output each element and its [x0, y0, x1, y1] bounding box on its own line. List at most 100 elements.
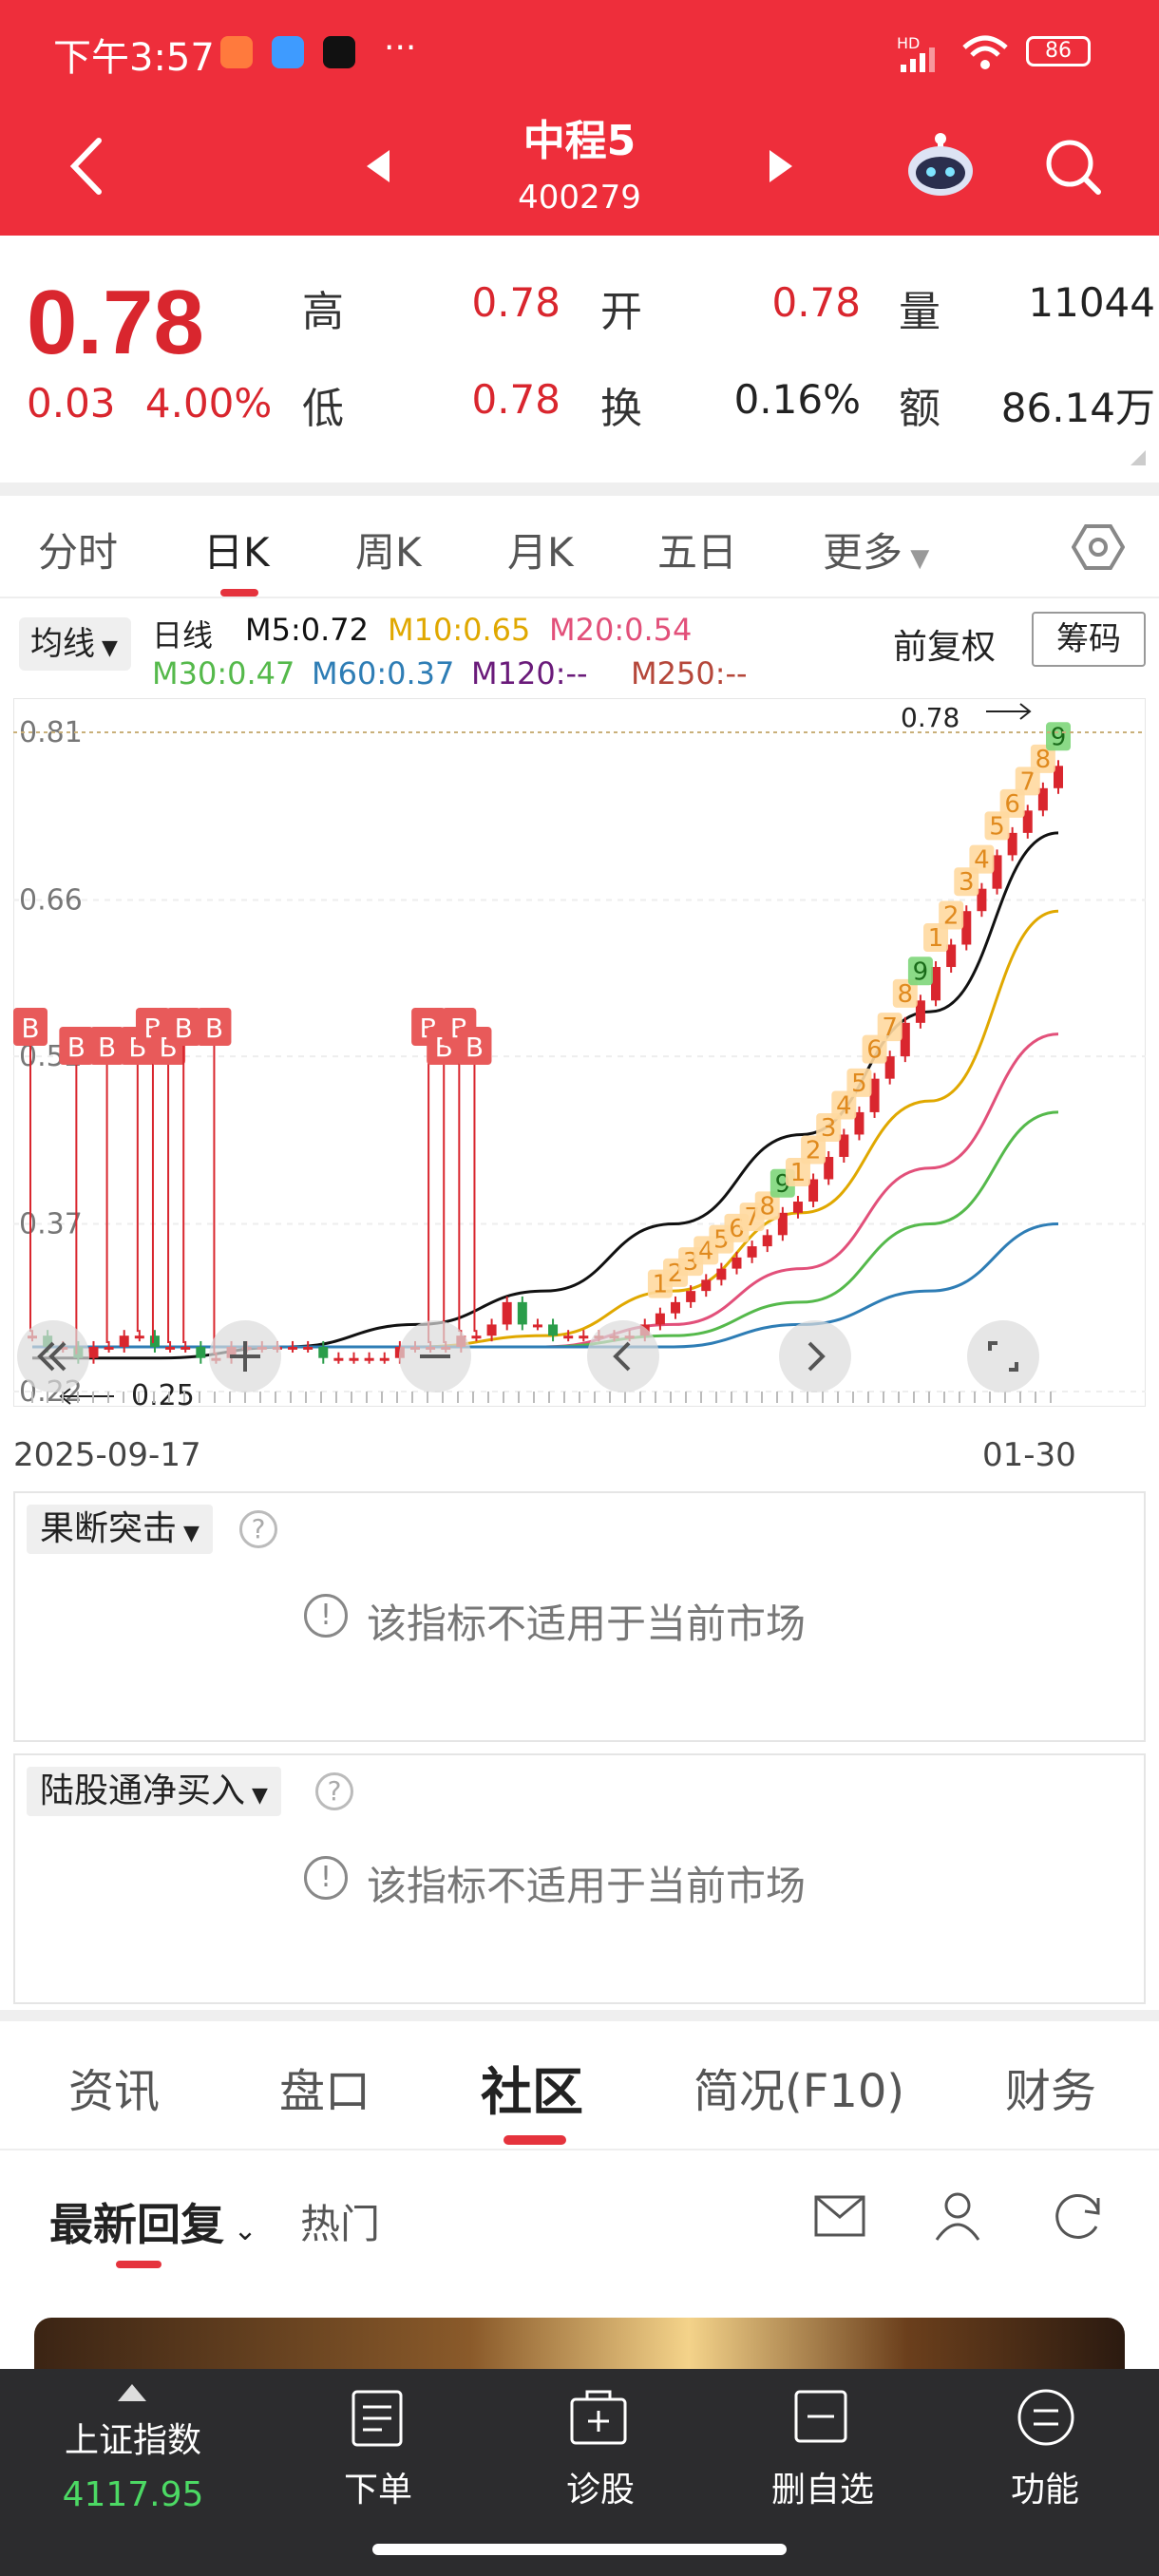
nav-diagnose[interactable]: 诊股	[515, 2462, 686, 2511]
chip-distribution-button[interactable]: 筹码	[1032, 612, 1146, 667]
y-tick-label: 0.66	[19, 883, 83, 917]
signal-icon	[901, 47, 935, 72]
tab-finance[interactable]: 财务	[1005, 2054, 1096, 2120]
turnover-value: 0.16%	[733, 376, 861, 423]
td-count-label: 7	[882, 1013, 898, 1042]
home-indicator	[372, 2544, 787, 2555]
td-count-label: 9	[1051, 723, 1067, 751]
high-marker-label: 0.78	[901, 702, 960, 733]
divider	[0, 2149, 1159, 2150]
next-stock-icon[interactable]	[768, 148, 794, 184]
tab-more[interactable]: 更多 ▼	[823, 521, 929, 578]
chevron-left-icon	[613, 1341, 631, 1372]
candle	[563, 1335, 574, 1339]
nav-functions[interactable]: 功能	[960, 2462, 1130, 2511]
scroll-right-button[interactable]	[779, 1320, 851, 1392]
nav-remove-watchlist[interactable]: 删自选	[737, 2462, 908, 2511]
tab-more-label: 更多	[823, 529, 903, 576]
change-percent: 4.00%	[144, 380, 273, 426]
candle	[88, 1346, 99, 1358]
menu-circle-icon[interactable]	[1016, 2388, 1075, 2447]
tab-five-day[interactable]: 五日	[657, 521, 737, 578]
mail-icon[interactable]	[813, 2194, 866, 2238]
volume-label: 量	[899, 288, 940, 336]
not-applicable-message: 该指标不适用于当前市场	[367, 1601, 807, 1647]
nav-order[interactable]: 下单	[293, 2462, 464, 2511]
active-tab-indicator	[220, 589, 258, 597]
high-label: 高	[302, 288, 344, 336]
candle	[303, 1346, 314, 1350]
active-tab-indicator	[504, 2135, 566, 2145]
not-applicable-message: 该指标不适用于当前市场	[367, 1863, 807, 1909]
ma-selector-label: 均线	[30, 625, 95, 663]
ma-selector-button[interactable]: 均线 ▼	[19, 617, 131, 671]
order-icon[interactable]	[350, 2388, 407, 2449]
candle	[349, 1357, 359, 1361]
open-label: 开	[600, 288, 642, 336]
indicator-title: 果断突击	[40, 1509, 178, 1548]
user-icon[interactable]	[931, 2188, 984, 2242]
refresh-icon[interactable]	[1051, 2188, 1106, 2244]
tab-monthly-k[interactable]: 月K	[507, 521, 574, 578]
app-notification-icon	[220, 36, 253, 68]
kline-chart[interactable]: 0.810.660.520.370.22 1234567891234567891…	[13, 698, 1146, 1407]
candle	[732, 1257, 742, 1269]
low-label: 低	[302, 385, 344, 433]
robot-assistant-icon[interactable]	[902, 129, 978, 205]
scroll-left-button[interactable]	[587, 1320, 659, 1392]
search-icon[interactable]	[1043, 137, 1104, 198]
buy-signal-label: B	[67, 1032, 86, 1063]
tab-profile-f10[interactable]: 简况(F10)	[694, 2054, 904, 2120]
hot-filter[interactable]: 热门	[300, 2192, 380, 2250]
help-icon[interactable]: ?	[239, 1510, 277, 1548]
low-value: 0.78	[471, 376, 560, 423]
index-name[interactable]: 上证指数	[48, 2413, 218, 2462]
tab-daily-k[interactable]: 日K	[203, 521, 270, 578]
remove-watchlist-icon[interactable]	[792, 2388, 849, 2445]
buy-signal-label: B	[21, 1013, 39, 1044]
sort-selector-label: 最新回复	[49, 2199, 224, 2250]
stock-name: 中程5	[522, 117, 636, 165]
fast-back-button[interactable]	[17, 1320, 89, 1392]
candle	[471, 1335, 482, 1339]
chevron-down-icon: ▼	[902, 544, 930, 573]
help-icon[interactable]: ?	[315, 1772, 353, 1810]
candle	[318, 1346, 329, 1358]
adjust-mode[interactable]: 前复权	[893, 619, 996, 669]
buy-signal-label: B	[98, 1032, 116, 1063]
zoom-out-button[interactable]	[399, 1320, 471, 1392]
candle	[364, 1357, 374, 1361]
candle	[716, 1268, 727, 1280]
indicator-selector[interactable]: 陆股通净买入 ▼	[27, 1767, 281, 1816]
settings-hex-icon[interactable]	[1072, 521, 1125, 574]
expand-corner-icon[interactable]	[1130, 450, 1146, 465]
chevron-down-icon: ▼	[95, 636, 118, 660]
legend-m20: M20:0.54	[549, 612, 693, 648]
candle	[762, 1235, 772, 1247]
section-divider	[0, 2010, 1159, 2021]
candle	[196, 1346, 206, 1358]
indicator-panel-1: 果断突击 ▼ ? ! 该指标不适用于当前市场	[13, 1491, 1146, 1742]
zoom-in-button[interactable]	[209, 1320, 281, 1392]
double-chevron-left-icon	[37, 1341, 66, 1372]
candle	[165, 1346, 176, 1350]
app-header: 下午3:57 ··· HD 86 中程5 400279	[0, 0, 1159, 236]
indicator-panel-2: 陆股通净买入 ▼ ? ! 该指标不适用于当前市场	[13, 1753, 1146, 2004]
tab-news[interactable]: 资讯	[68, 2054, 160, 2120]
fullscreen-button[interactable]	[967, 1320, 1039, 1392]
indicator-selector[interactable]: 果断突击 ▼	[27, 1505, 213, 1554]
promo-banner[interactable]	[34, 2318, 1125, 2375]
diagnose-icon[interactable]	[568, 2388, 629, 2449]
candle	[288, 1346, 298, 1350]
candle	[502, 1301, 512, 1325]
tab-weekly-k[interactable]: 周K	[355, 521, 422, 578]
price-change: 0.03 4.00%	[27, 380, 272, 426]
plus-icon	[230, 1341, 260, 1372]
tab-community[interactable]: 社区	[481, 2050, 583, 2125]
info-icon: !	[304, 1594, 348, 1638]
sort-selector[interactable]: 最新回复 ⌄	[49, 2190, 257, 2253]
tab-intraday[interactable]: 分时	[38, 521, 118, 578]
tab-order-book[interactable]: 盘口	[279, 2054, 370, 2120]
caret-up-icon[interactable]	[118, 2384, 146, 2401]
fullscreen-icon	[988, 1341, 1018, 1372]
